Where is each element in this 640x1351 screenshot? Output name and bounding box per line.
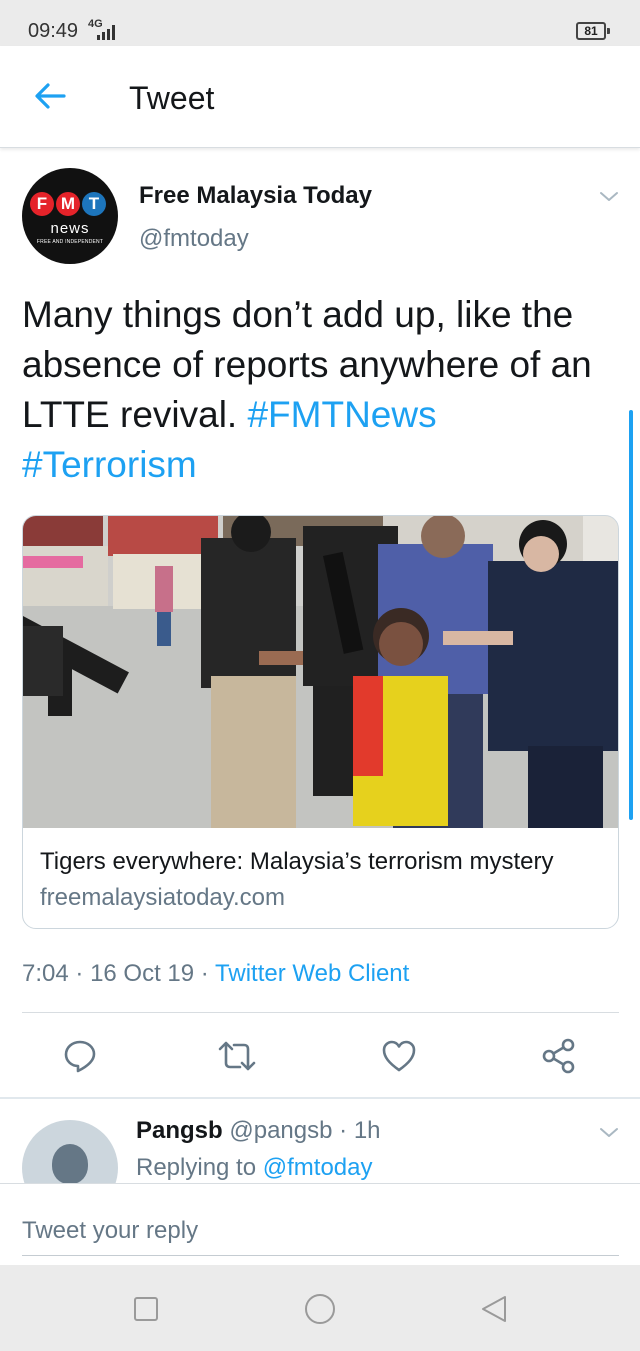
logo-letter-m: M [56, 192, 80, 216]
reply-time: 1h [353, 1117, 381, 1144]
like-button[interactable] [379, 1036, 419, 1076]
author-name[interactable]: Free Malaysia Today [139, 182, 372, 210]
meta-separator: · [200, 960, 209, 987]
app-header: Tweet [0, 46, 640, 148]
share-button[interactable] [538, 1036, 578, 1076]
share-icon [542, 1038, 575, 1074]
chevron-down-icon [600, 192, 618, 201]
triangle-back-icon [482, 1296, 506, 1322]
page-title: Tweet [129, 80, 215, 116]
replying-mention[interactable]: @fmtoday [263, 1154, 373, 1181]
scrollbar[interactable] [629, 410, 633, 820]
reply-handle: @pangsb [229, 1117, 333, 1144]
hashtag-terrorism[interactable]: #Terrorism [22, 444, 197, 485]
fmt-logo: F M T [30, 192, 106, 216]
reply-menu-button[interactable] [597, 1120, 621, 1144]
compose-bar [0, 1183, 640, 1265]
meta-separator: · [339, 1117, 348, 1144]
reply-icon [64, 1040, 96, 1073]
circle-icon [305, 1294, 335, 1324]
signal-icon [97, 24, 115, 40]
tweet-date: 16 Oct 19 [90, 960, 195, 987]
status-bar: 09:49 4G 81 [0, 0, 640, 46]
tweet-menu-button[interactable] [597, 184, 621, 208]
status-time: 09:49 [28, 20, 79, 42]
card-domain: freemalaysiatoday.com [40, 884, 285, 911]
logo-letter-f: F [30, 192, 54, 216]
back-nav-button[interactable] [476, 1291, 512, 1327]
logo-tagline: FREE AND INDEPENDENT [36, 239, 104, 245]
recents-button[interactable] [128, 1291, 164, 1327]
tweet-time: 7:04 [22, 960, 69, 987]
back-button[interactable] [30, 76, 70, 116]
author-handle[interactable]: @fmtoday [139, 225, 249, 253]
replying-label: Replying to [136, 1154, 257, 1181]
logo-word: news [50, 220, 90, 237]
like-icon [382, 1040, 416, 1072]
arrow-left-icon [35, 83, 66, 109]
battery-tip [607, 28, 610, 34]
square-icon [134, 1297, 158, 1321]
tweet-client[interactable]: Twitter Web Client [215, 960, 409, 987]
link-card[interactable]: Tigers everywhere: Malaysia’s terrorism … [22, 515, 619, 929]
logo-letter-t: T [82, 192, 106, 216]
reply-name: Pangsb [136, 1117, 223, 1144]
hashtag-fmtnews[interactable]: #FMTNews [247, 394, 436, 435]
retweet-button[interactable] [217, 1036, 257, 1076]
card-title: Tigers everywhere: Malaysia’s terrorism … [40, 848, 554, 875]
reply-button[interactable] [60, 1036, 100, 1076]
battery-icon: 81 [576, 22, 606, 40]
tweet-meta: 7:04 · 16 Oct 19 · Twitter Web Client [22, 960, 409, 988]
system-nav-bar [0, 1265, 640, 1351]
retweet-icon [218, 1041, 256, 1071]
author-avatar[interactable]: F M T news FREE AND INDEPENDENT [22, 168, 118, 264]
chevron-down-icon [600, 1128, 618, 1137]
tweet-text: Many things don’t add up, like the absen… [22, 290, 612, 490]
card-photo [23, 516, 618, 828]
meta-separator: · [75, 960, 84, 987]
reply-input[interactable] [22, 1206, 619, 1256]
home-button[interactable] [302, 1291, 338, 1327]
reply-author[interactable]: Pangsb @pangsb · 1h [136, 1117, 381, 1145]
divider [22, 1012, 619, 1013]
section-divider [0, 1097, 640, 1099]
default-avatar-icon [52, 1144, 88, 1184]
replying-to: Replying to @fmtoday [136, 1154, 372, 1182]
